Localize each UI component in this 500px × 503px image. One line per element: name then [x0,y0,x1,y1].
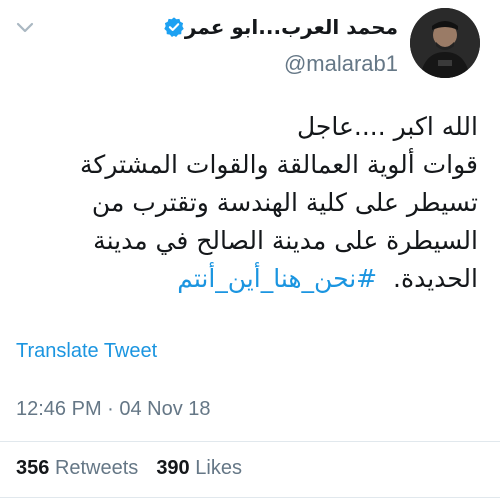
retweets-count: 356 [16,457,50,479]
divider [0,497,500,498]
retweets-label: Retweets [54,457,139,479]
tweet-line: تسيطر على كلية الهندسة وتقترب من [91,188,478,217]
likes-label: Likes [195,457,242,479]
chevron-down-icon[interactable] [15,20,35,36]
author-names: محمد العرب...ابو عمر @malarab1 [157,9,398,77]
tweet-text: الله اكبر ....عاجل قوات ألوية العمالقة و… [18,108,478,298]
avatar[interactable] [410,8,480,78]
divider [0,441,500,442]
likes-count: 390 [156,457,190,479]
tweet-line: السيطرة على مدينة الصالح في مدينة [93,226,478,255]
translate-tweet-link[interactable]: Translate Tweet [16,340,157,363]
hashtag-link[interactable]: #نحن_هنا_أين_أنتم [177,264,377,293]
tweet-stats: 356 Retweets 390 Likes [16,457,242,480]
author-handle[interactable]: @malarab1 [157,51,398,77]
tweet-text-segment: الحديدة. [393,264,478,293]
retweets-stat[interactable]: 356 Retweets [16,457,138,479]
likes-stat[interactable]: 390 Likes [156,457,242,479]
author-display-name[interactable]: محمد العرب...ابو عمر [185,15,398,39]
tweet-header: محمد العرب...ابو عمر @malarab1 [157,8,480,78]
verified-badge-icon [163,16,185,38]
tweet-line: الله اكبر ....عاجل [296,112,478,141]
tweet-timestamp[interactable]: 12:46 PM · 04 Nov 18 [16,398,211,421]
author-name-row[interactable]: محمد العرب...ابو عمر [157,9,398,45]
tweet-line: قوات ألوية العمالقة والقوات المشتركة [80,150,478,179]
tweet-line-last: الحديدة. #نحن_هنا_أين_أنتم [18,260,478,298]
